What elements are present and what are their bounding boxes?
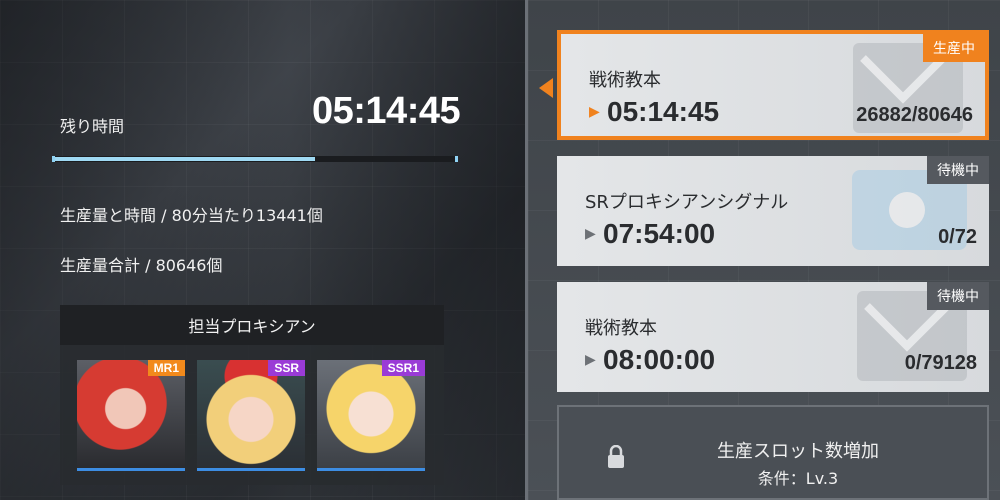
panel-divider bbox=[525, 0, 528, 500]
add-production-slot-button[interactable]: 生産スロット数増加 条件：Lv.3 bbox=[557, 405, 989, 500]
selected-card-pointer bbox=[539, 78, 553, 98]
card-time: 07:54:00 bbox=[603, 218, 716, 249]
card-count: 26882/80646 bbox=[856, 104, 973, 126]
card-title: 戦術教本 bbox=[589, 70, 661, 91]
remaining-time-label: 残り時間 bbox=[60, 117, 125, 136]
proxian-portrait-3[interactable]: SSR1 bbox=[317, 360, 425, 471]
proxian-portrait-2[interactable]: SSR bbox=[197, 360, 305, 471]
card-time: 08:00:00 bbox=[603, 344, 716, 375]
production-rate-text: 生産量と時間 / 80分当たり13441個 bbox=[60, 206, 323, 225]
production-total-text: 生産量合計 / 80646個 bbox=[60, 256, 223, 275]
assigned-proxian-panel: 担当プロキシアン MR1 SSR SSR1 bbox=[60, 305, 444, 485]
card-title: SRプロキシアンシグナル bbox=[585, 192, 789, 213]
status-badge: 待機中 bbox=[927, 282, 989, 310]
play-arrow-icon: ▶ bbox=[589, 104, 600, 120]
card-count: 0/79128 bbox=[904, 352, 977, 374]
slot-title: 生産スロット数増加 bbox=[717, 441, 879, 462]
status-badge: 生産中 bbox=[923, 34, 985, 62]
card-title: 戦術教本 bbox=[585, 318, 657, 339]
remaining-time-value: 05:14:45 bbox=[312, 90, 461, 132]
production-card-2[interactable]: 待機中 SRプロキシアンシグナル ▶ 07:54:00 0/72 bbox=[557, 156, 989, 266]
rank-badge: SSR bbox=[268, 360, 305, 376]
assigned-proxian-header: 担当プロキシアン bbox=[60, 305, 444, 345]
play-arrow-icon: ▶ bbox=[585, 226, 596, 242]
card-time: 05:14:45 bbox=[607, 96, 720, 127]
progress-fill bbox=[55, 157, 315, 161]
rank-badge: MR1 bbox=[147, 360, 185, 376]
production-card-1[interactable]: 生産中 戦術教本 ▶ 05:14:45 26882/80646 bbox=[557, 30, 989, 140]
production-card-3[interactable]: 待機中 戦術教本 ▶ 08:00:00 0/79128 bbox=[557, 282, 989, 392]
card-count: 0/72 bbox=[938, 226, 977, 248]
rank-badge: SSR1 bbox=[381, 360, 425, 376]
production-progress-bar bbox=[52, 156, 458, 162]
slot-condition: 条件：Lv.3 bbox=[757, 469, 839, 488]
proxian-portrait-1[interactable]: MR1 bbox=[77, 360, 185, 471]
play-arrow-icon: ▶ bbox=[585, 352, 596, 368]
status-badge: 待機中 bbox=[927, 156, 989, 184]
